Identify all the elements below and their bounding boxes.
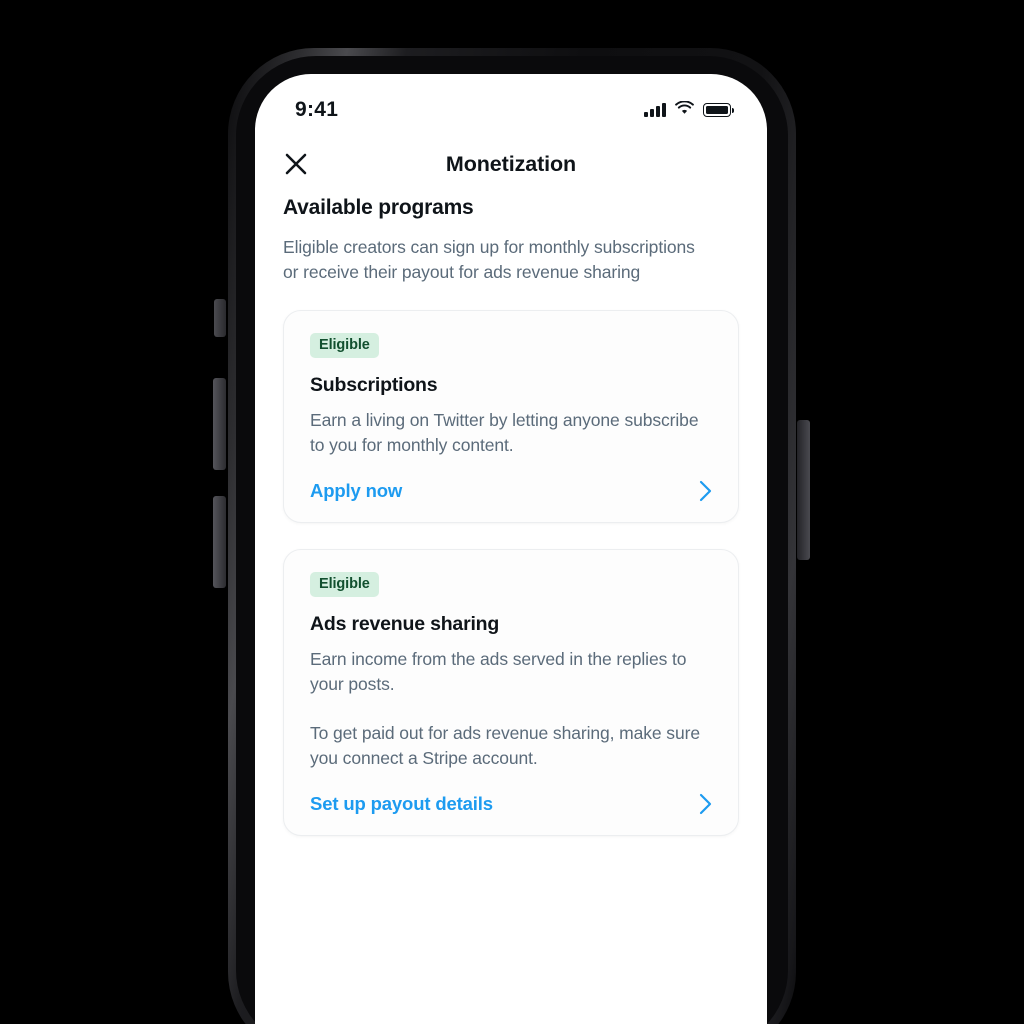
card-title: Ads revenue sharing [310,613,500,636]
apply-now-link[interactable]: Apply now [310,480,712,502]
power-button[interactable] [797,420,810,560]
status-bar-icons [644,99,734,120]
battery-full-icon [703,103,734,117]
mute-switch-button[interactable] [214,299,226,337]
card-action-label: Set up payout details [310,793,493,815]
program-card-subscriptions[interactable]: Eligible Subscriptions Earn a living on … [283,310,739,524]
page-title: Monetization [445,151,577,176]
program-card-ads-revenue-sharing[interactable]: Eligible Ads revenue sharing Earn income… [283,549,739,837]
card-paragraph: To get paid out for ads revenue sharing,… [310,723,700,769]
close-icon [285,153,307,175]
nav-bar: Monetization [255,132,767,196]
status-badge: Eligible [310,333,379,359]
main-content: Available programs Eligible creators can… [255,196,767,837]
section-description: Eligible creators can sign up for monthl… [283,237,695,282]
card-paragraph: Earn a living on Twitter by letting anyo… [310,410,699,456]
status-bar: 9:41 [255,74,767,132]
card-paragraph: Earn income from the ads served in the r… [310,649,687,695]
volume-up-button[interactable] [213,378,226,470]
status-bar-clock: 9:41 [295,98,339,121]
volume-down-button[interactable] [213,496,226,588]
wifi-icon [675,99,694,120]
status-badge: Eligible [310,572,379,598]
card-title: Subscriptions [310,374,438,397]
card-action-label: Apply now [310,480,403,502]
set-up-payout-details-link[interactable]: Set up payout details [310,793,712,815]
close-button[interactable] [279,147,313,181]
chevron-right-icon [699,794,712,815]
cellular-signal-icon [644,103,666,117]
phone-screen: 9:41 Monetization Available programs Eli… [255,74,767,1024]
screenshot-stage: 9:41 Monetization Available programs Eli… [0,0,1024,1024]
section-title: Available programs [283,196,474,219]
chevron-right-icon [699,481,712,502]
